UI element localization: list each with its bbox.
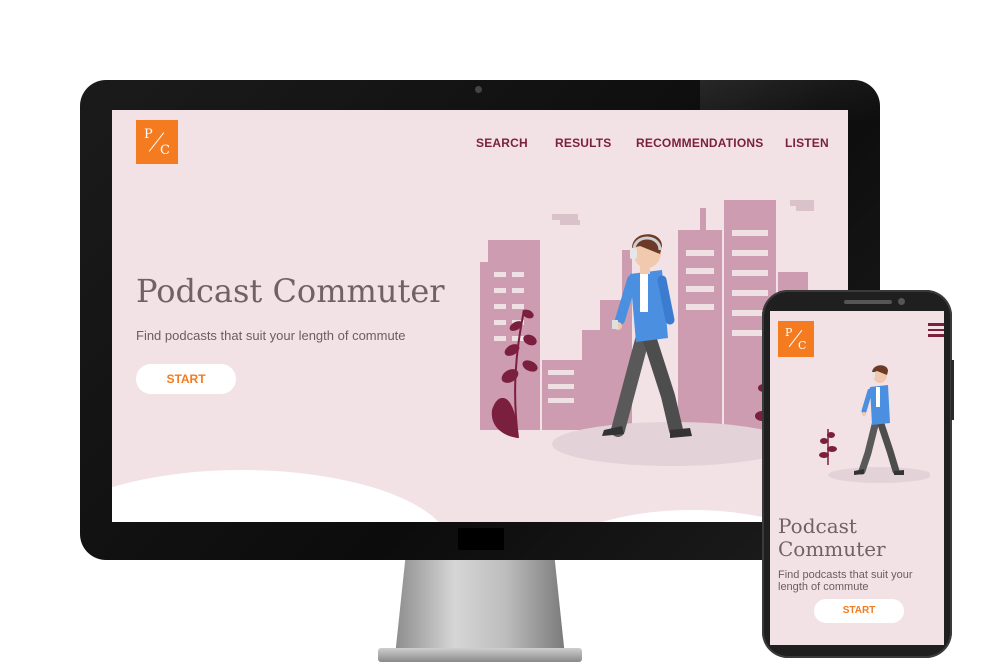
monitor-logo-plate: [458, 528, 504, 550]
hamburger-bar: [928, 323, 944, 326]
mobile-brand-logo[interactable]: P C: [778, 321, 814, 357]
monitor-camera: [475, 86, 482, 93]
logo-letter-p: P: [144, 127, 153, 142]
phone-camera: [898, 298, 905, 305]
mobile-start-button[interactable]: START: [814, 599, 904, 623]
monitor-stand-base: [378, 648, 582, 662]
phone-side-button: [951, 360, 954, 420]
brand-logo[interactable]: P C: [136, 120, 178, 164]
hero-subtitle: Find podcasts that suit your length of c…: [136, 328, 406, 343]
white-wave-left: [112, 470, 452, 522]
monitor-stand: [395, 560, 565, 656]
hero-title: Podcast Commuter: [136, 272, 445, 310]
mobile-hero-title: Podcast Commuter: [778, 514, 886, 561]
nav-search-link[interactable]: SEARCH: [476, 136, 528, 150]
nav-results-link[interactable]: RESULTS: [555, 136, 612, 150]
mobile-screen: P C Podcast Commuter Find podcasts that …: [770, 311, 944, 645]
mobile-hero-subtitle: Find podcasts that suit your length of c…: [778, 569, 913, 593]
hamburger-menu-icon[interactable]: [928, 323, 944, 337]
device-mockup: P C SEARCH RESULTS RECOMMENDATIONS LISTE…: [0, 0, 1000, 666]
start-button[interactable]: START: [136, 364, 236, 394]
logo-letter-c: C: [160, 143, 170, 158]
mobile-logo-letter-p: P: [785, 326, 793, 339]
desktop-screen: P C SEARCH RESULTS RECOMMENDATIONS LISTE…: [112, 110, 848, 522]
nav-listen-link[interactable]: LISTEN: [785, 136, 829, 150]
hamburger-bar: [928, 334, 944, 337]
nav-recommendations-link[interactable]: RECOMMENDATIONS: [636, 136, 763, 150]
mobile-logo-letter-c: C: [798, 339, 807, 352]
mobile-walker-illustration: [819, 365, 930, 483]
hamburger-bar: [928, 328, 944, 331]
phone-speaker: [844, 300, 892, 304]
